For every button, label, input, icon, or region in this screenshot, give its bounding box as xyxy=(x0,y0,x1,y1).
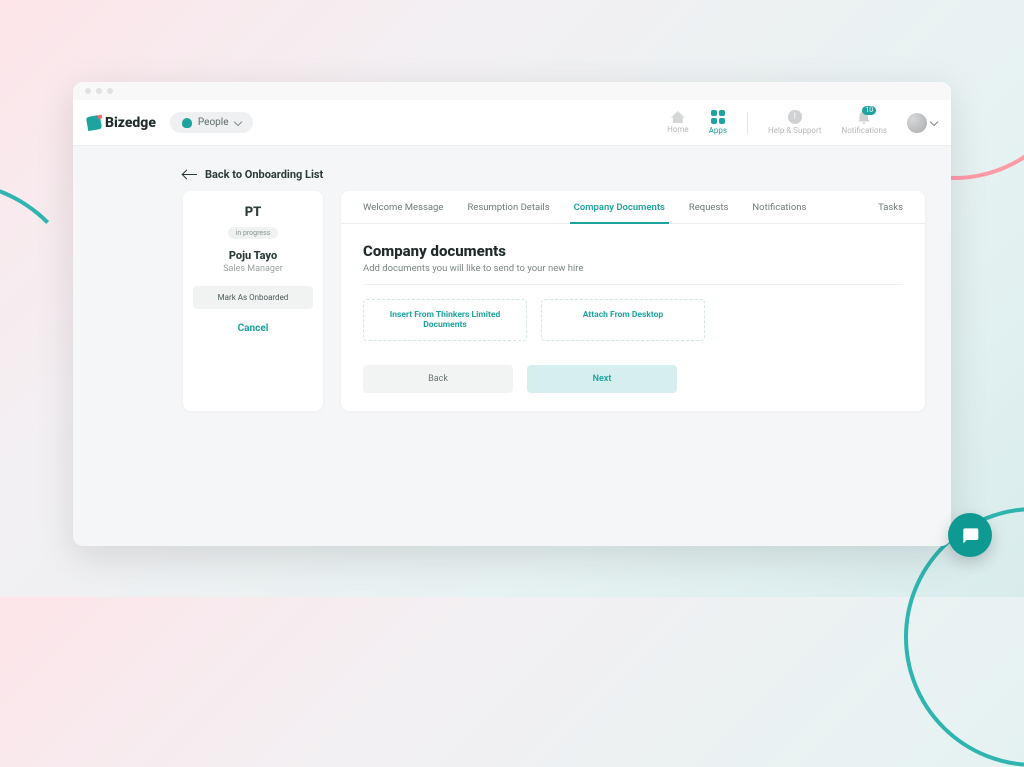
bell-icon: 10 xyxy=(858,110,870,124)
chevron-down-icon xyxy=(233,117,241,125)
mark-onboarded-button[interactable]: Mark As Onboarded xyxy=(193,286,313,309)
next-button[interactable]: Next xyxy=(527,365,677,393)
tab-company-documents[interactable]: Company Documents xyxy=(562,191,677,223)
main-card: Welcome Message Resumption Details Compa… xyxy=(341,191,925,411)
avatar xyxy=(907,113,927,133)
window-dot xyxy=(96,88,102,94)
window-dot xyxy=(85,88,91,94)
company-documents-section: Company documents Add documents you will… xyxy=(341,224,925,393)
insert-from-library-button[interactable]: Insert From Thinkers Limited Documents xyxy=(363,299,527,341)
browser-window: Bizedge People Home Apps ! Help & Suppor… xyxy=(73,82,951,546)
employee-role: Sales Manager xyxy=(193,264,313,274)
user-menu[interactable] xyxy=(907,113,937,133)
attach-from-desktop-button[interactable]: Attach From Desktop xyxy=(541,299,705,341)
nav-apps[interactable]: Apps xyxy=(709,110,727,135)
attach-row: Insert From Thinkers Limited Documents A… xyxy=(363,299,903,341)
people-switcher[interactable]: People xyxy=(170,112,253,133)
nav-notifications[interactable]: 10 Notifications xyxy=(842,110,887,135)
profile-initials: PT xyxy=(193,205,313,220)
back-button[interactable]: Back xyxy=(363,365,513,393)
profile-card: PT in progress Poju Tayo Sales Manager M… xyxy=(183,191,323,411)
cancel-link[interactable]: Cancel xyxy=(193,323,313,334)
brand-name: Bizedge xyxy=(105,115,156,131)
nav-apps-label: Apps xyxy=(709,126,727,135)
people-label: People xyxy=(198,117,229,128)
brand-logo[interactable]: Bizedge xyxy=(87,115,156,131)
chat-fab[interactable] xyxy=(948,513,992,557)
arrow-left-icon xyxy=(183,174,197,176)
header-nav: Home Apps ! Help & Support 10 Notificati… xyxy=(667,110,937,135)
tabs-bar: Welcome Message Resumption Details Compa… xyxy=(341,191,925,224)
notification-badge: 10 xyxy=(862,106,876,115)
tab-welcome-message[interactable]: Welcome Message xyxy=(351,191,455,223)
chat-icon xyxy=(960,525,980,545)
nav-home[interactable]: Home xyxy=(667,111,689,134)
app-header: Bizedge People Home Apps ! Help & Suppor… xyxy=(73,100,951,146)
nav-separator xyxy=(747,112,748,134)
back-link-text: Back to Onboarding List xyxy=(205,168,323,181)
tab-notifications[interactable]: Notifications xyxy=(740,191,818,223)
chevron-down-icon xyxy=(930,117,938,125)
step-nav: Back Next xyxy=(363,365,903,393)
browser-chrome xyxy=(73,82,951,100)
person-icon xyxy=(182,118,192,128)
help-icon: ! xyxy=(788,110,802,124)
status-badge: in progress xyxy=(228,227,279,239)
page-content: Back to Onboarding List PT in progress P… xyxy=(73,146,951,429)
employee-name: Poju Tayo xyxy=(193,249,313,262)
window-dot xyxy=(107,88,113,94)
nav-notifications-label: Notifications xyxy=(842,126,887,135)
back-to-list-link[interactable]: Back to Onboarding List xyxy=(183,168,933,181)
logo-mark-icon xyxy=(86,114,102,130)
tab-tasks[interactable]: Tasks xyxy=(866,191,915,223)
nav-help[interactable]: ! Help & Support xyxy=(768,110,822,135)
tab-requests[interactable]: Requests xyxy=(677,191,740,223)
apps-icon xyxy=(711,110,725,124)
nav-home-label: Home xyxy=(667,125,689,134)
tab-resumption-details[interactable]: Resumption Details xyxy=(455,191,561,223)
section-subtitle: Add documents you will like to send to y… xyxy=(363,263,903,285)
section-title: Company documents xyxy=(363,242,903,260)
nav-help-label: Help & Support xyxy=(768,126,822,135)
home-icon xyxy=(671,111,685,123)
